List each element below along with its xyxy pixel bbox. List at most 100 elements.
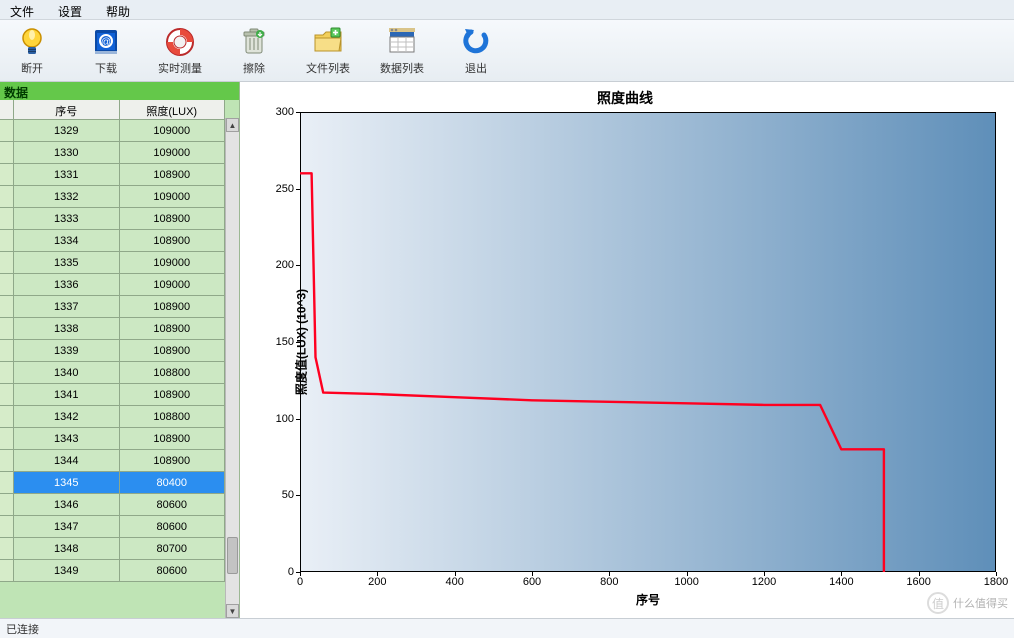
cell-index: 1334 (14, 230, 120, 251)
cell-lux: 108900 (120, 428, 226, 449)
disconnect-button[interactable]: 断开 (4, 23, 60, 79)
exit-button[interactable]: 退出 (448, 23, 504, 79)
row-gutter (0, 362, 14, 383)
chart-line (300, 112, 996, 572)
table-row[interactable]: 1344108900 (0, 450, 225, 472)
table-row[interactable]: 1334108900 (0, 230, 225, 252)
cell-lux: 109000 (120, 120, 226, 141)
row-gutter (0, 208, 14, 229)
cell-index: 1348 (14, 538, 120, 559)
cell-index: 1329 (14, 120, 120, 141)
watermark: 值 什么值得买 (927, 592, 1008, 614)
menu-help[interactable]: 帮助 (100, 2, 136, 17)
cell-index: 1332 (14, 186, 120, 207)
grid-body[interactable]: 1329109000133010900013311089001332109000… (0, 120, 225, 582)
cell-lux: 80700 (120, 538, 226, 559)
download-button[interactable]: @ 下载 (78, 23, 134, 79)
lifebuoy-icon (163, 25, 197, 59)
table-row[interactable]: 1335109000 (0, 252, 225, 274)
table-row[interactable]: 134580400 (0, 472, 225, 494)
cell-index: 1331 (14, 164, 120, 185)
row-gutter (0, 428, 14, 449)
table-row[interactable]: 134980600 (0, 560, 225, 582)
content-area: 数据 序号 照度(LUX) 13291090001330109000133110… (0, 82, 1014, 618)
panel-title: 数据 (0, 82, 239, 100)
exit-label: 退出 (465, 60, 487, 76)
table-row[interactable]: 1336109000 (0, 274, 225, 296)
table-row[interactable]: 1331108900 (0, 164, 225, 186)
watermark-badge-icon: 值 (927, 592, 949, 614)
cell-index: 1330 (14, 142, 120, 163)
table-icon (385, 25, 419, 59)
data-list-label: 数据列表 (380, 60, 424, 76)
col-lux-header[interactable]: 照度(LUX) (120, 100, 226, 119)
table-row[interactable]: 1342108800 (0, 406, 225, 428)
data-list-button[interactable]: 数据列表 (374, 23, 430, 79)
data-panel: 数据 序号 照度(LUX) 13291090001330109000133110… (0, 82, 240, 618)
chart-plot: 照度值(LUX) (10^3) 序号 050100150200250300020… (300, 112, 996, 572)
col-index-header[interactable]: 序号 (14, 100, 120, 119)
row-gutter (0, 318, 14, 339)
scroll-thumb[interactable] (227, 537, 238, 574)
row-gutter (0, 230, 14, 251)
cell-index: 1338 (14, 318, 120, 339)
cell-index: 1349 (14, 560, 120, 581)
cell-lux: 108900 (120, 450, 226, 471)
table-row[interactable]: 134680600 (0, 494, 225, 516)
row-gutter (0, 340, 14, 361)
cell-index: 1343 (14, 428, 120, 449)
cell-index: 1344 (14, 450, 120, 471)
watermark-text: 什么值得买 (953, 595, 1008, 611)
cell-lux: 80600 (120, 560, 226, 581)
row-gutter (0, 494, 14, 515)
table-row[interactable]: 134880700 (0, 538, 225, 560)
table-row[interactable]: 1339108900 (0, 340, 225, 362)
cell-lux: 108900 (120, 296, 226, 317)
disconnect-label: 断开 (21, 60, 43, 76)
table-row[interactable]: 134780600 (0, 516, 225, 538)
row-gutter (0, 538, 14, 559)
table-row[interactable]: 1341108900 (0, 384, 225, 406)
download-label: 下载 (95, 60, 117, 76)
cell-lux: 108900 (120, 318, 226, 339)
file-list-button[interactable]: 文件列表 (300, 23, 356, 79)
row-gutter (0, 472, 14, 493)
table-row[interactable]: 1330109000 (0, 142, 225, 164)
table-row[interactable]: 1337108900 (0, 296, 225, 318)
grid-gutter-header (0, 100, 14, 119)
cell-lux: 108900 (120, 384, 226, 405)
table-row[interactable]: 1329109000 (0, 120, 225, 142)
row-gutter (0, 516, 14, 537)
cell-lux: 108900 (120, 164, 226, 185)
menu-settings[interactable]: 设置 (52, 2, 88, 17)
cell-index: 1347 (14, 516, 120, 537)
row-gutter (0, 296, 14, 317)
table-row[interactable]: 1338108900 (0, 318, 225, 340)
row-gutter (0, 252, 14, 273)
cell-index: 1345 (14, 472, 120, 493)
cell-index: 1337 (14, 296, 120, 317)
row-gutter (0, 120, 14, 141)
realtime-button[interactable]: 实时测量 (152, 23, 208, 79)
cell-lux: 109000 (120, 186, 226, 207)
status-bar: 已连接 (0, 618, 1014, 638)
chart-panel: 照度曲线 照度值(LUX) (10^3) 序号 0501001502002503… (240, 82, 1014, 618)
table-row[interactable]: 1343108900 (0, 428, 225, 450)
scroll-up-button[interactable]: ▲ (226, 118, 239, 132)
erase-button[interactable]: 擦除 (226, 23, 282, 79)
cell-index: 1333 (14, 208, 120, 229)
row-gutter (0, 164, 14, 185)
row-gutter (0, 274, 14, 295)
table-row[interactable]: 1333108900 (0, 208, 225, 230)
cell-lux: 80400 (120, 472, 226, 493)
row-gutter (0, 384, 14, 405)
vertical-scrollbar[interactable]: ▲ ▼ (225, 118, 239, 618)
cell-index: 1336 (14, 274, 120, 295)
trash-icon (237, 25, 271, 59)
file-list-label: 文件列表 (306, 60, 350, 76)
table-row[interactable]: 1340108800 (0, 362, 225, 384)
menu-file[interactable]: 文件 (4, 2, 40, 17)
row-gutter (0, 186, 14, 207)
scroll-down-button[interactable]: ▼ (226, 604, 239, 618)
table-row[interactable]: 1332109000 (0, 186, 225, 208)
